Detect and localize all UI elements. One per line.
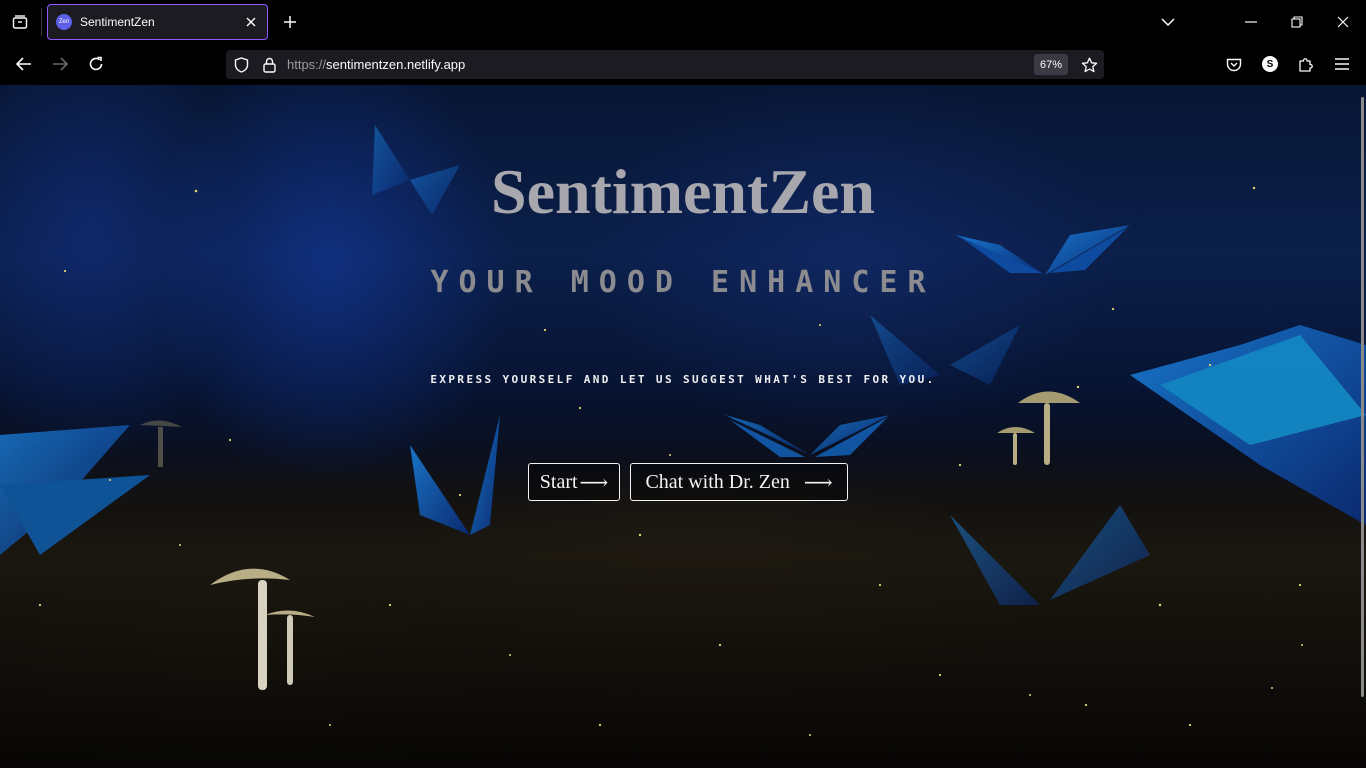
chat-button-label: Chat with Dr. Zen [645, 470, 790, 493]
reload-icon[interactable] [81, 49, 111, 79]
page-tagline: EXPRESS YOURSELF AND LET US SUGGEST WHAT… [430, 373, 936, 386]
bookmark-star-icon[interactable] [1080, 56, 1098, 74]
page-subtitle: YOUR MOOD ENHANCER [430, 265, 936, 300]
list-all-tabs-chevron-down-icon[interactable] [1145, 0, 1191, 44]
hamburger-menu-icon[interactable] [1327, 49, 1357, 79]
tab-strip: Zen SentimentZen [0, 0, 1366, 44]
close-tab-icon[interactable] [243, 14, 259, 30]
tab-title: SentimentZen [80, 15, 155, 29]
tab-list-icon[interactable] [4, 6, 36, 38]
address-bar[interactable]: https://sentimentzen.netlify.app 67% [226, 50, 1104, 79]
site-favicon-icon: Zen [56, 14, 72, 30]
account-avatar[interactable]: S [1255, 49, 1285, 79]
zoom-level-badge[interactable]: 67% [1034, 54, 1068, 75]
close-window-icon[interactable] [1320, 0, 1366, 44]
lock-icon[interactable] [260, 56, 278, 74]
page-viewport: SentimentZen YOUR MOOD ENHANCER EXPRESS … [0, 85, 1366, 768]
tab-separator [41, 8, 42, 36]
right-arrow-icon: ⟶ [803, 471, 833, 494]
minimize-window-icon[interactable] [1228, 0, 1274, 44]
url-protocol: https:// [287, 57, 327, 72]
pocket-icon[interactable] [1219, 49, 1249, 79]
url-host: sentimentzen.netlify.app [326, 57, 466, 72]
restore-window-icon[interactable] [1274, 0, 1320, 44]
back-arrow-icon[interactable] [9, 49, 39, 79]
account-initial: S [1266, 58, 1274, 70]
navigation-toolbar: https://sentimentzen.netlify.app 67% S [0, 44, 1366, 85]
tab-sentimentzen[interactable]: Zen SentimentZen [47, 4, 268, 40]
start-button-label: Start [539, 470, 578, 493]
page-title: SentimentZen [491, 156, 875, 227]
right-arrow-icon: ⟶ [579, 471, 609, 494]
url-text[interactable]: https://sentimentzen.netlify.app [287, 57, 465, 72]
extensions-puzzle-icon[interactable] [1291, 49, 1321, 79]
forward-arrow-icon[interactable] [45, 49, 75, 79]
tracking-protection-shield-icon[interactable] [232, 56, 250, 74]
page-scrollbar[interactable] [1361, 97, 1364, 697]
start-button[interactable]: Start ⟶ [528, 463, 620, 501]
new-tab-button[interactable] [276, 8, 304, 36]
chat-with-dr-zen-button[interactable]: Chat with Dr. Zen ⟶ [630, 463, 848, 501]
